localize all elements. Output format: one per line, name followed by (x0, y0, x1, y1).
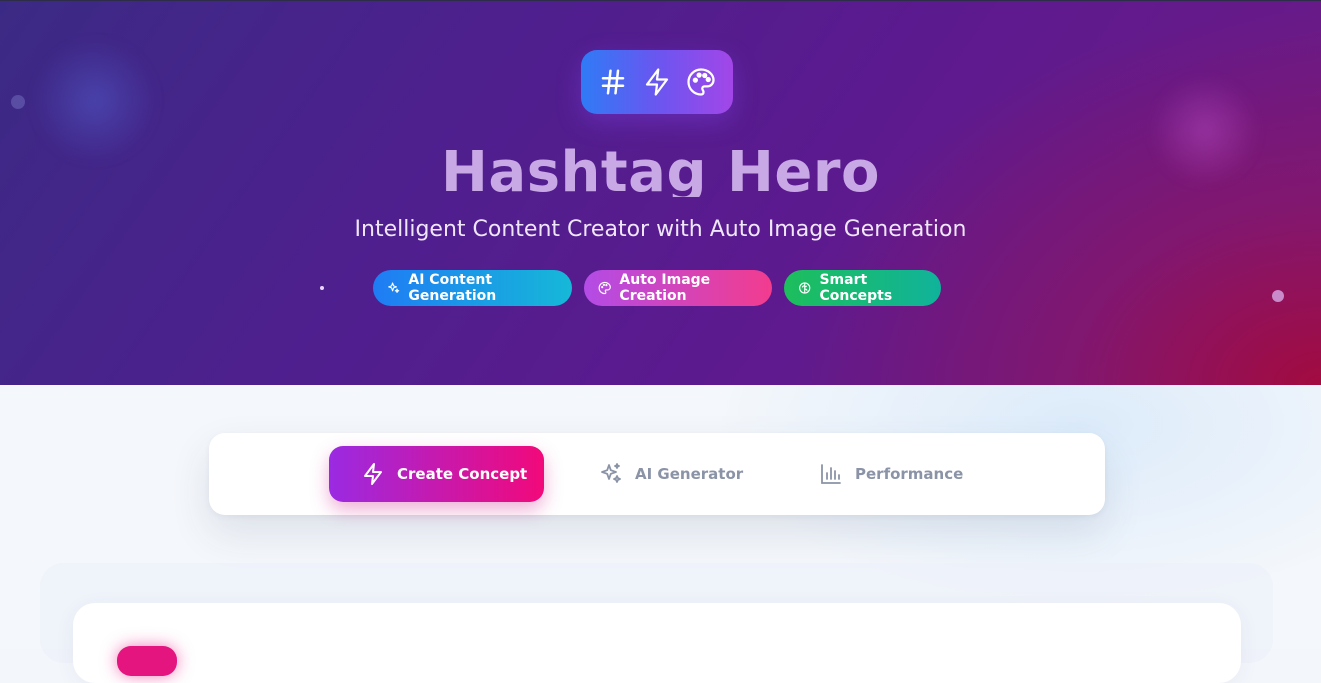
tab-label: AI Generator (635, 465, 744, 483)
tab-label: Performance (855, 465, 964, 483)
feature-pills: AI Content Generation Auto Image Creatio… (373, 270, 941, 306)
sparkles-icon (388, 282, 400, 294)
panel-header-icon (117, 646, 177, 676)
bolt-icon (364, 463, 382, 485)
feature-pill-label: Auto Image Creation (619, 272, 711, 304)
tab-bar: Create Concept AI Generator Performance (209, 433, 1105, 515)
decorative-dot (320, 286, 324, 290)
palette-icon (687, 68, 715, 96)
feature-pill-label: Smart Concepts (819, 272, 893, 304)
brain-icon (799, 282, 811, 294)
feature-pill-auto-image: Auto Image Creation (584, 270, 772, 306)
tab-performance[interactable]: Performance (819, 446, 963, 502)
tab-label: Create Concept (397, 465, 528, 483)
bar-chart-icon (821, 464, 841, 484)
page-subtitle: Intelligent Content Creator with Auto Im… (354, 217, 967, 242)
bolt-icon (645, 68, 669, 96)
feature-pill-ai-content: AI Content Generation (373, 270, 572, 306)
hero-banner: Hashtag Hero Intelligent Content Creator… (0, 0, 1321, 385)
feature-pill-label: AI Content Generation (408, 272, 497, 304)
content-panel (73, 603, 1241, 683)
tab-create-concept[interactable]: Create Concept (329, 446, 544, 502)
tab-ai-generator[interactable]: AI Generator (599, 446, 743, 502)
decorative-dot (11, 95, 25, 109)
decorative-dot (1272, 290, 1284, 302)
app-logo (581, 50, 733, 114)
page-title: Hashtag Hero (441, 141, 880, 197)
palette-icon (598, 281, 611, 295)
feature-pill-smart-concepts: Smart Concepts (784, 270, 941, 306)
hash-icon (601, 69, 625, 95)
sparkles-icon (601, 463, 621, 483)
